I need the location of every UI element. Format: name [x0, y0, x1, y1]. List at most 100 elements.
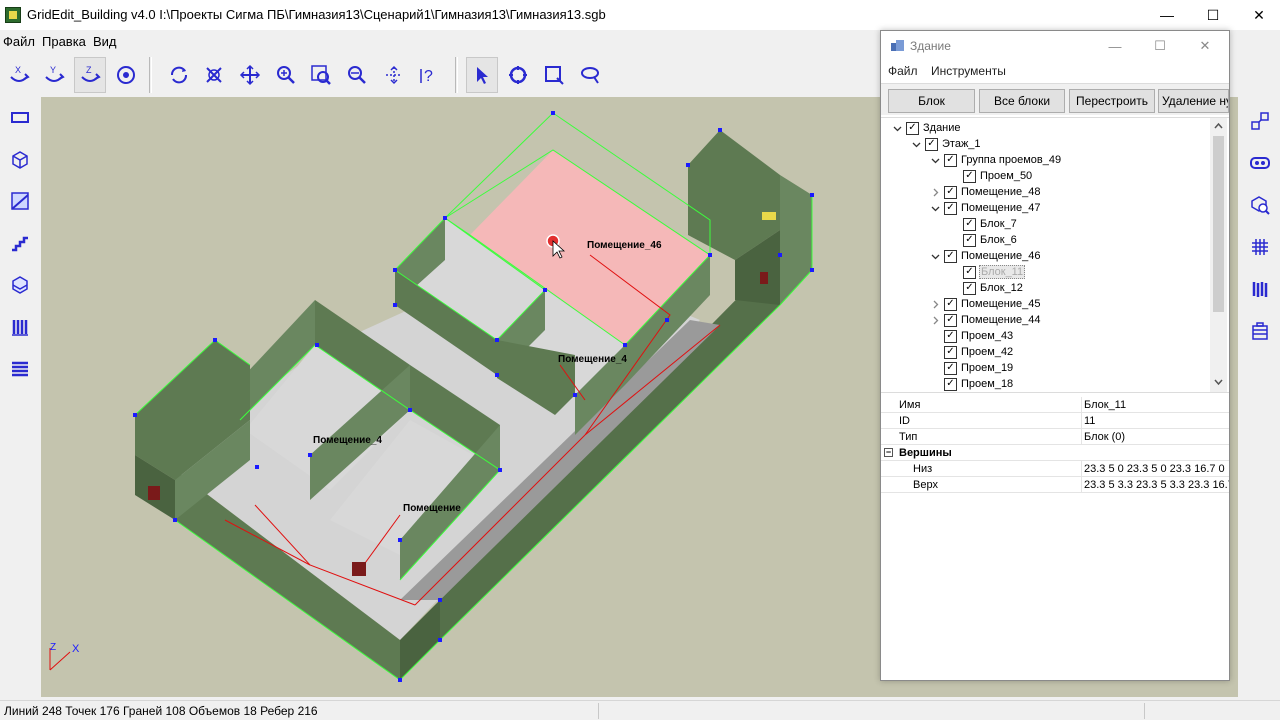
volume-tool-icon[interactable]: [4, 269, 36, 301]
tree-item[interactable]: ✓ Проем_42: [929, 344, 1014, 360]
delete-button[interactable]: Удаление ну: [1158, 89, 1229, 113]
prop-group-vertices[interactable]: − Вершины: [881, 445, 1229, 461]
tree-checkbox[interactable]: ✓: [925, 137, 938, 151]
expand-right-icon[interactable]: [929, 298, 941, 310]
maximize-button[interactable]: ☐: [1190, 0, 1236, 30]
ramp-tool-icon[interactable]: [4, 185, 36, 217]
tree-item[interactable]: ✓ Здание: [891, 120, 962, 136]
rotate-y-icon[interactable]: Y: [38, 57, 70, 93]
walls-tool-icon[interactable]: [1244, 273, 1276, 305]
box-tool-icon[interactable]: [4, 143, 36, 175]
menu-view[interactable]: Вид: [93, 34, 117, 49]
dialog-menu-file[interactable]: Файл: [888, 64, 918, 78]
prop-row-id[interactable]: ID 11: [881, 413, 1229, 429]
tree-checkbox[interactable]: ✓: [963, 169, 976, 183]
tree-checkbox[interactable]: ✓: [944, 345, 957, 359]
building-tool-icon[interactable]: [1244, 315, 1276, 347]
rebuild-button[interactable]: Перестроить: [1069, 89, 1155, 113]
minimize-button[interactable]: —: [1144, 0, 1190, 30]
all-blocks-button[interactable]: Все блоки: [979, 89, 1065, 113]
tree-checkbox[interactable]: ✓: [963, 233, 976, 247]
tree-item[interactable]: ✓ Помещение_47: [929, 200, 1041, 216]
prop-row-top[interactable]: Верх 23.3 5 3.3 23.3 5 3.3 23.3 16.7 3.3: [881, 477, 1229, 493]
expand-right-icon[interactable]: [929, 186, 941, 198]
inspect-tool-icon[interactable]: [1244, 189, 1276, 221]
expand-down-icon[interactable]: [929, 154, 941, 166]
tree-item[interactable]: ✓ Помещение_48: [929, 184, 1041, 200]
rotate-x-icon[interactable]: X: [3, 57, 35, 93]
dialog-minimize-button[interactable]: —: [1093, 33, 1137, 59]
expand-down-icon[interactable]: [929, 202, 941, 214]
menu-file[interactable]: Файл: [3, 34, 35, 49]
zoom-window-icon[interactable]: [305, 57, 337, 93]
expand-down-icon[interactable]: [910, 138, 922, 150]
tree-checkbox[interactable]: ✓: [963, 217, 976, 231]
reset-view-icon[interactable]: [198, 57, 230, 93]
grid-tool-icon[interactable]: [1244, 231, 1276, 263]
tree-checkbox[interactable]: ✓: [944, 297, 957, 311]
tree-item[interactable]: ✓ Блок_6: [948, 232, 1018, 248]
prop-row-name[interactable]: Имя Блок_11: [881, 397, 1229, 413]
scroll-thumb[interactable]: [1213, 136, 1224, 312]
axis-z-label: Z: [50, 642, 56, 653]
tree-item[interactable]: ✓ Помещение_45: [929, 296, 1041, 312]
select-lasso-icon[interactable]: [574, 57, 606, 93]
expand-down-icon[interactable]: [891, 122, 903, 134]
zoom-icon[interactable]: [270, 57, 302, 93]
door-tool-icon[interactable]: [1244, 147, 1276, 179]
tree-checkbox[interactable]: ✓: [944, 329, 957, 343]
dialog-button-bar: Блок Все блоки Перестроить Удаление ну: [881, 83, 1229, 115]
tree-item[interactable]: ✓ Блок_12: [948, 280, 1024, 296]
dialog-menu-tools[interactable]: Инструменты: [931, 64, 1006, 78]
expand-down-icon[interactable]: [929, 250, 941, 262]
scroll-down-icon[interactable]: [1210, 374, 1227, 390]
connect-tool-icon[interactable]: [1244, 105, 1276, 137]
close-button[interactable]: ✕: [1236, 0, 1280, 30]
select-pointer-icon[interactable]: [466, 57, 498, 93]
scroll-up-icon[interactable]: [1210, 118, 1227, 134]
tree-item[interactable]: ✓ Помещение_46: [929, 248, 1041, 264]
tree-checkbox[interactable]: ✓: [944, 153, 957, 167]
tree-item[interactable]: ✓ Проем_18: [929, 376, 1014, 392]
floors-tool-icon[interactable]: [4, 353, 36, 385]
expand-right-icon[interactable]: [929, 314, 941, 326]
tree-checkbox[interactable]: ✓: [963, 281, 976, 295]
tree-checkbox[interactable]: ✓: [963, 265, 976, 279]
menu-edit[interactable]: Правка: [42, 34, 86, 49]
tree-item[interactable]: ✓ Проем_19: [929, 360, 1014, 376]
move-icon[interactable]: [378, 57, 410, 93]
dialog-close-button[interactable]: ✕: [1183, 33, 1227, 59]
tree-item[interactable]: ✓ Блок_7: [948, 216, 1018, 232]
select-object-icon[interactable]: [502, 57, 534, 93]
refresh-icon[interactable]: [163, 57, 195, 93]
block-button[interactable]: Блок: [888, 89, 975, 113]
prop-row-bottom[interactable]: Низ 23.3 5 0 23.3 5 0 23.3 16.7 0: [881, 461, 1229, 477]
help-icon[interactable]: ?: [413, 57, 445, 93]
rotate-z-icon[interactable]: Z: [74, 57, 106, 93]
tree-checkbox[interactable]: ✓: [906, 121, 919, 135]
columns-tool-icon[interactable]: [4, 311, 36, 343]
rotate-free-icon[interactable]: [110, 57, 142, 93]
select-rect-icon[interactable]: [538, 57, 570, 93]
tree-item[interactable]: ✓ Группа проемов_49: [929, 152, 1062, 168]
tree-checkbox[interactable]: ✓: [944, 185, 957, 199]
dialog-maximize-button[interactable]: ☐: [1138, 33, 1182, 59]
tree-item[interactable]: ✓ Этаж_1: [910, 136, 982, 152]
tree-item[interactable]: ✓ Проем_43: [929, 328, 1014, 344]
prop-row-type[interactable]: Тип Блок (0): [881, 429, 1229, 445]
zoom-extents-icon[interactable]: [341, 57, 373, 93]
tree-item[interactable]: ✓ Блок_11: [948, 264, 1026, 280]
tree-checkbox[interactable]: ✓: [944, 249, 957, 263]
room-46-label: Помещение_46: [587, 240, 662, 251]
rectangle-tool-icon[interactable]: [4, 101, 36, 133]
tree-checkbox[interactable]: ✓: [944, 201, 957, 215]
tree-scrollbar[interactable]: [1210, 118, 1227, 392]
tree-checkbox[interactable]: ✓: [944, 361, 957, 375]
pan-icon[interactable]: [234, 57, 266, 93]
tree-item[interactable]: ✓ Проем_50: [948, 168, 1033, 184]
tree-checkbox[interactable]: ✓: [944, 313, 957, 327]
tree-item[interactable]: ✓ Помещение_44: [929, 312, 1041, 328]
tree-checkbox[interactable]: ✓: [944, 377, 957, 391]
stairs-tool-icon[interactable]: [4, 227, 36, 259]
collapse-icon[interactable]: −: [884, 448, 893, 457]
